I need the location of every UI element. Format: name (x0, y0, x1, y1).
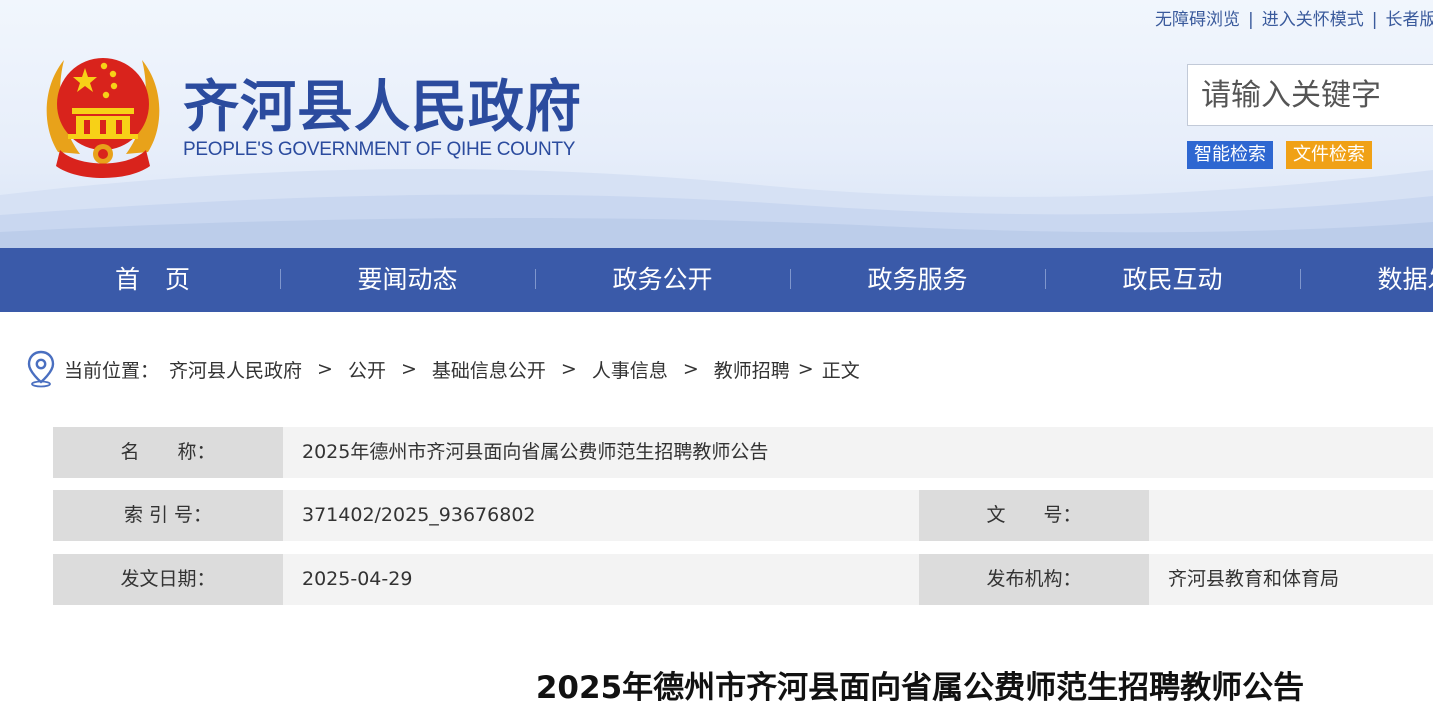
breadcrumb-prefix: 当前位置： (64, 359, 160, 382)
org-label: 发布机构： (919, 554, 1149, 605)
elderly-mode-link[interactable]: 长者版 (1385, 10, 1433, 30)
breadcrumb-item-current: 正文 (821, 359, 860, 382)
location-pin-icon (27, 350, 55, 388)
name-value: 2025年德州市齐河县面向省属公费师范生招聘教师公告 (283, 427, 1433, 478)
nav-item-gov-service[interactable]: 政务服务 (790, 248, 1045, 312)
national-emblem-icon[interactable] (38, 42, 168, 182)
nav-item-data[interactable]: 数据发布 (1300, 248, 1433, 312)
breadcrumb-separator: > (560, 358, 577, 380)
info-row-date: 发文日期： 2025-04-29 发布机构： 齐河县教育和体育局 (53, 554, 1433, 605)
site-header: 无障碍浏览 | 进入关怀模式 | 长者版 齐河县人民政府 PEOPLE'S GOVERN… (0, 0, 1433, 248)
nav-item-interaction[interactable]: 政民互动 (1045, 248, 1300, 312)
article-title: 2025年德州市齐河县面向省属公费师范生招聘教师公告 (535, 670, 1305, 706)
name-label: 名 称： (53, 427, 283, 478)
index-value: 371402/2025_93676802 (283, 490, 919, 541)
accessibility-link[interactable]: 无障碍浏览 (1155, 10, 1240, 30)
nav-item-home[interactable]: 首 页 (25, 248, 280, 312)
main-nav: 首 页 要闻动态 政务公开 政务服务 政民互动 数据发布 (0, 248, 1433, 312)
info-row-index: 索 引 号： 371402/2025_93676802 文 号： (53, 490, 1433, 541)
utility-links: 无障碍浏览 | 进入关怀模式 | 长者版 (1155, 5, 1433, 30)
info-row-name: 名 称： 2025年德州市齐河县面向省属公费师范生招聘教师公告 (53, 427, 1433, 478)
nav-item-news[interactable]: 要闻动态 (280, 248, 535, 312)
org-value: 齐河县教育和体育局 (1149, 554, 1433, 605)
breadcrumb: 当前位置： 齐河县人民政府 > 公开 > 基础信息公开 > 人事信息 > 教师招… (26, 350, 860, 388)
date-value: 2025-04-29 (283, 554, 919, 605)
docno-value (1149, 490, 1433, 541)
breadcrumb-item-home[interactable]: 齐河县人民政府 (169, 356, 302, 383)
date-label: 发文日期： (53, 554, 283, 605)
breadcrumb-separator: > (797, 358, 814, 380)
site-subtitle: PEOPLE'S GOVERNMENT OF QIHE COUNTY (183, 139, 576, 160)
care-mode-link[interactable]: 进入关怀模式 (1262, 10, 1364, 30)
breadcrumb-separator: > (682, 358, 699, 380)
breadcrumb-item-personnel[interactable]: 人事信息 (592, 356, 668, 383)
nav-item-gov-open[interactable]: 政务公开 (535, 248, 790, 312)
index-label: 索 引 号： (53, 490, 283, 541)
breadcrumb-item-teacher-recruit[interactable]: 教师招聘 (714, 356, 790, 383)
breadcrumb-item-open[interactable]: 公开 (348, 356, 386, 383)
breadcrumb-item-basic-info[interactable]: 基础信息公开 (432, 356, 546, 383)
docno-label: 文 号： (919, 490, 1149, 541)
search-input[interactable] (1187, 64, 1433, 126)
document-search-button[interactable]: 文件检索 (1286, 141, 1372, 169)
site-title: 齐河县人民政府 (183, 75, 582, 140)
smart-search-button[interactable]: 智能检索 (1187, 141, 1273, 169)
breadcrumb-separator: > (317, 358, 333, 380)
breadcrumb-separator: > (400, 358, 417, 380)
